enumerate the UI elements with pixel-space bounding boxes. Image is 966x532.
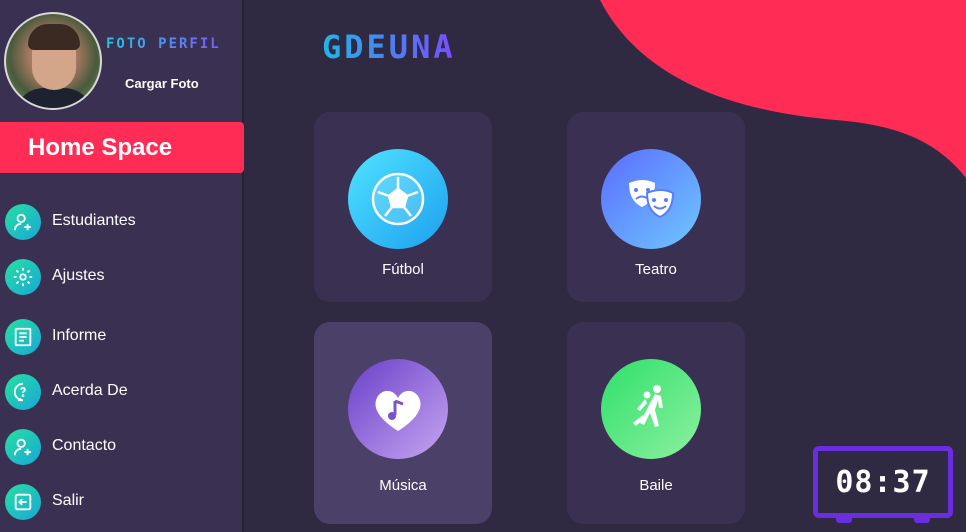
card-teatro[interactable]: Teatro xyxy=(567,112,745,302)
sidebar-item-label: Contacto xyxy=(52,437,117,454)
home-space-button[interactable]: Home Space xyxy=(0,122,244,173)
card-musica[interactable]: Música xyxy=(314,322,492,524)
card-label: Música xyxy=(379,477,427,494)
profile-title: FOTO PERFIL xyxy=(106,36,221,52)
soccer-ball-icon xyxy=(348,149,448,249)
card-futbol[interactable]: Fútbol xyxy=(314,112,492,302)
clock-foot xyxy=(836,517,852,523)
sidebar-item-label: Estudiantes xyxy=(52,212,136,229)
sidebar-item-informe[interactable]: Informe xyxy=(0,315,244,359)
sidebar-item-salir[interactable]: Salir xyxy=(0,480,244,524)
music-heart-icon xyxy=(348,359,448,459)
sidebar-item-estudiantes[interactable]: Estudiantes xyxy=(0,200,244,244)
clock-foot xyxy=(914,517,930,523)
card-baile[interactable]: Baile xyxy=(567,322,745,524)
sidebar-item-label: Acerda De xyxy=(52,382,128,399)
upload-photo-link[interactable]: Cargar Foto xyxy=(125,76,199,91)
app-logo: GDEUNA xyxy=(322,28,456,66)
sidebar-item-ajustes[interactable]: Ajustes xyxy=(0,255,244,299)
document-icon xyxy=(5,319,41,355)
card-label: Teatro xyxy=(635,261,677,278)
clock-time: 08:37 xyxy=(835,464,931,500)
card-label: Baile xyxy=(639,477,673,494)
card-label: Fútbol xyxy=(382,261,424,278)
sidebar: FOTO PERFIL Cargar Foto Home Space Estud… xyxy=(0,0,244,532)
sidebar-item-label: Salir xyxy=(52,492,85,509)
sidebar-item-contacto[interactable]: Contacto xyxy=(0,425,244,469)
sidebar-item-acerda-de[interactable]: Acerda De xyxy=(0,370,244,414)
exit-icon xyxy=(5,484,41,520)
question-bubble-icon xyxy=(5,374,41,410)
digital-clock: 08:37 xyxy=(813,446,953,523)
dancing-couple-icon xyxy=(601,359,701,459)
theater-masks-icon xyxy=(601,149,701,249)
add-user-icon xyxy=(5,429,41,465)
profile-avatar[interactable] xyxy=(4,12,102,110)
sidebar-item-label: Ajustes xyxy=(52,267,105,284)
gear-icon xyxy=(5,259,41,295)
add-user-icon xyxy=(5,204,41,240)
sidebar-item-label: Informe xyxy=(52,327,107,344)
